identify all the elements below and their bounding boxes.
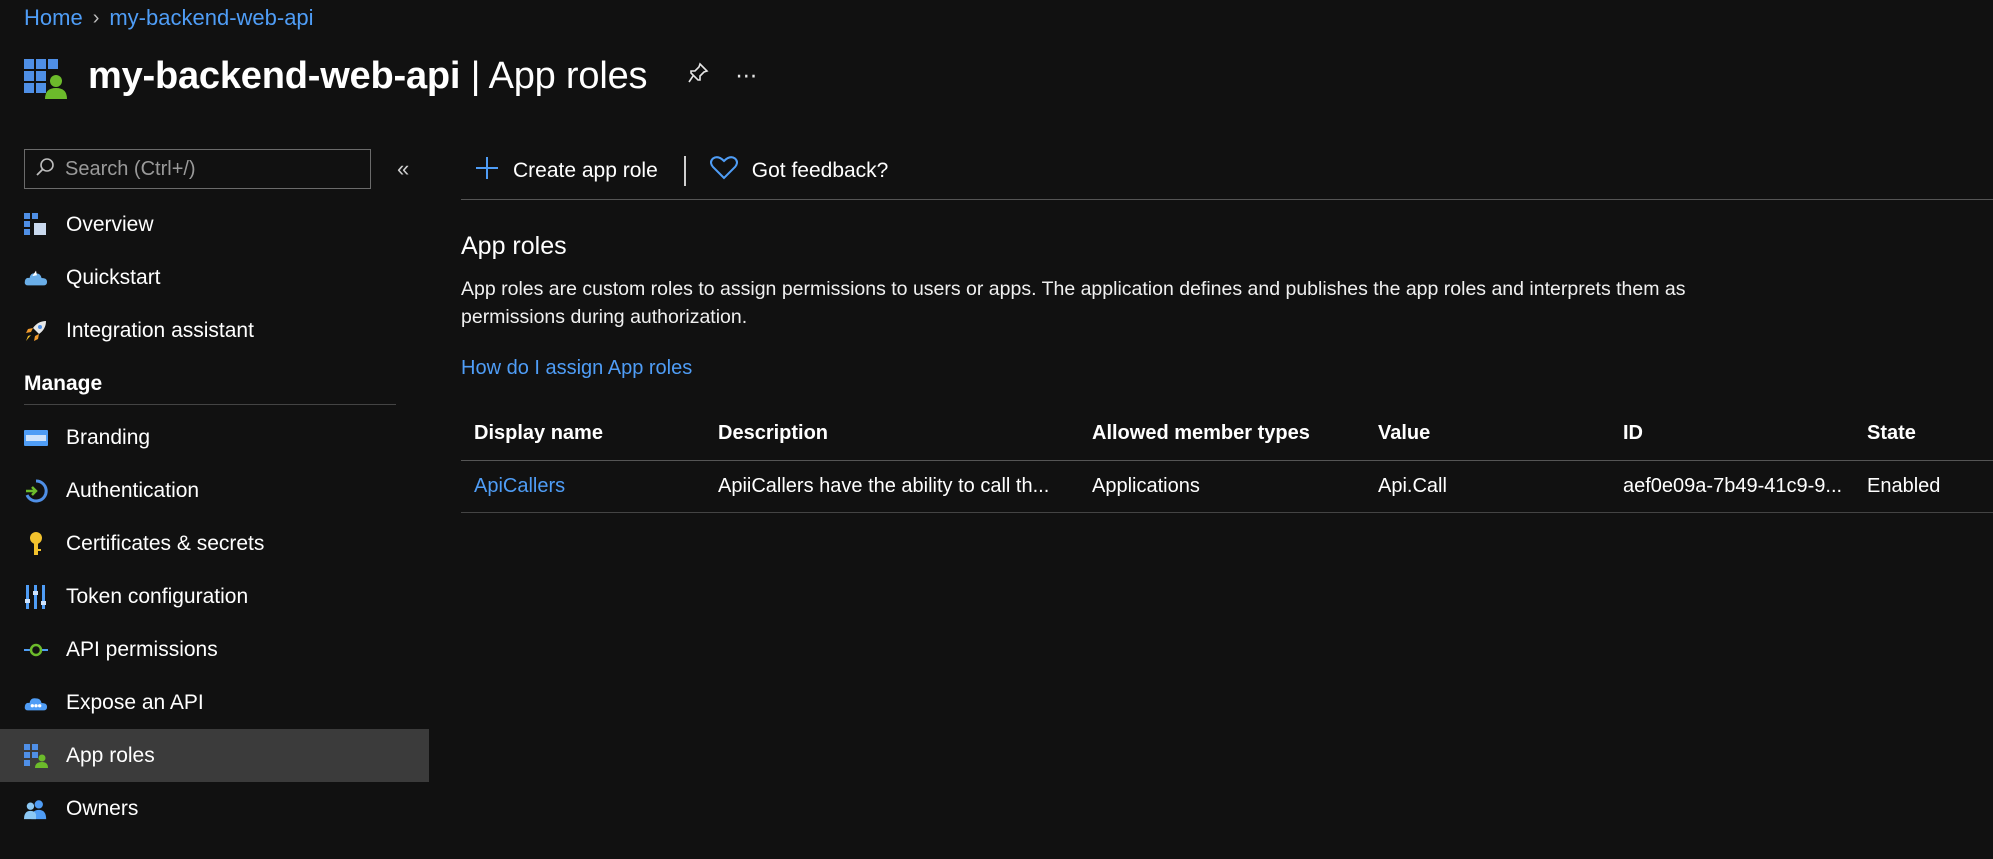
- api-permissions-icon: [24, 638, 48, 662]
- main-content: Create app role Got feedback? App roles …: [461, 146, 1993, 513]
- sidebar-item-overview[interactable]: Overview: [0, 198, 429, 251]
- sidebar: « Overview Quickstart Integration assist…: [0, 146, 429, 835]
- token-config-icon: [24, 584, 48, 609]
- breadcrumb-current-link[interactable]: my-backend-web-api: [109, 5, 313, 31]
- column-header-allowed-member-types[interactable]: Allowed member types: [1079, 408, 1365, 461]
- branding-icon: [24, 426, 48, 450]
- chevron-right-icon: ›: [92, 6, 100, 29]
- cell-description: ApiiCallers have the ability to call th.…: [705, 460, 1079, 513]
- cell-allowed-member-types: Applications: [1079, 460, 1365, 513]
- breadcrumb-home-link[interactable]: Home: [24, 5, 83, 31]
- sidebar-item-branding[interactable]: Branding: [0, 411, 429, 464]
- column-header-display-name[interactable]: Display name: [461, 408, 705, 461]
- sidebar-item-label: Authentication: [66, 478, 200, 502]
- sidebar-item-label: Expose an API: [66, 690, 204, 714]
- expose-api-icon: [24, 691, 48, 715]
- search-box[interactable]: [24, 149, 371, 189]
- app-roles-table: Display name Description Allowed member …: [461, 408, 1993, 513]
- sidebar-item-api-permissions[interactable]: API permissions: [0, 623, 429, 676]
- sidebar-section-manage: Manage: [24, 363, 396, 405]
- sidebar-item-certificates-secrets[interactable]: Certificates & secrets: [0, 517, 429, 570]
- collapse-sidebar-icon[interactable]: «: [397, 156, 409, 182]
- column-header-state[interactable]: State: [1854, 408, 1993, 461]
- toolbar-divider: [683, 155, 686, 186]
- search-input[interactable]: [65, 157, 355, 181]
- sidebar-item-quickstart[interactable]: Quickstart: [0, 251, 429, 304]
- table-header-row: Display name Description Allowed member …: [461, 408, 1993, 461]
- owners-icon: [24, 797, 48, 821]
- sidebar-item-label: API permissions: [66, 637, 218, 661]
- sidebar-item-owners[interactable]: Owners: [0, 782, 429, 835]
- cell-display-name[interactable]: ApiCallers: [461, 460, 705, 513]
- section-description: App roles are custom roles to assign per…: [461, 278, 1686, 328]
- authentication-icon: [24, 478, 48, 503]
- cell-state: Enabled: [1854, 460, 1993, 513]
- command-bar: Create app role Got feedback?: [461, 146, 1993, 200]
- sidebar-item-authentication[interactable]: Authentication: [0, 464, 429, 517]
- plus-icon: [475, 156, 499, 186]
- sidebar-item-app-roles[interactable]: App roles: [0, 729, 429, 782]
- sidebar-item-label: Owners: [66, 796, 139, 820]
- sidebar-item-label: Integration assistant: [66, 318, 254, 342]
- search-icon: [35, 157, 55, 182]
- column-header-value[interactable]: Value: [1365, 408, 1610, 461]
- app-role-name-link[interactable]: ApiCallers: [474, 475, 565, 497]
- help-link-assign-app-roles[interactable]: How do I assign App roles: [461, 357, 692, 380]
- rocket-icon: [24, 319, 48, 343]
- sidebar-item-label: Overview: [66, 212, 154, 236]
- sidebar-item-label: Quickstart: [66, 265, 161, 289]
- sidebar-item-token-configuration[interactable]: Token configuration: [0, 570, 429, 623]
- more-options-icon[interactable]: ⋯: [735, 63, 757, 89]
- quickstart-icon: [24, 266, 48, 290]
- cell-value: Api.Call: [1365, 460, 1610, 513]
- section-title: App roles: [461, 232, 567, 260]
- sidebar-item-integration-assistant[interactable]: Integration assistant: [0, 304, 429, 357]
- key-icon: [24, 531, 48, 556]
- heart-icon: [709, 155, 738, 186]
- overview-icon: [24, 212, 48, 237]
- table-row[interactable]: ApiCallers ApiiCallers have the ability …: [461, 460, 1993, 513]
- sidebar-item-expose-an-api[interactable]: Expose an API: [0, 676, 429, 729]
- feedback-button[interactable]: Got feedback?: [709, 155, 888, 186]
- sidebar-item-label: App roles: [66, 743, 155, 767]
- pin-icon[interactable]: [687, 62, 709, 90]
- page-header: my-backend-web-api | App roles ⋯: [24, 46, 757, 106]
- column-header-id[interactable]: ID: [1610, 408, 1854, 461]
- app-roles-icon: [24, 743, 48, 768]
- sidebar-item-label: Certificates & secrets: [66, 531, 265, 555]
- breadcrumb: Home › my-backend-web-api: [24, 4, 314, 32]
- page-title: my-backend-web-api | App roles: [88, 54, 648, 97]
- sidebar-item-label: Branding: [66, 425, 151, 449]
- column-header-description[interactable]: Description: [705, 408, 1079, 461]
- create-app-role-button[interactable]: Create app role: [461, 156, 658, 186]
- cell-id: aef0e09a-7b49-41c9-9...: [1610, 460, 1854, 513]
- sidebar-item-label: Token configuration: [66, 584, 249, 608]
- app-registration-icon: [24, 53, 68, 99]
